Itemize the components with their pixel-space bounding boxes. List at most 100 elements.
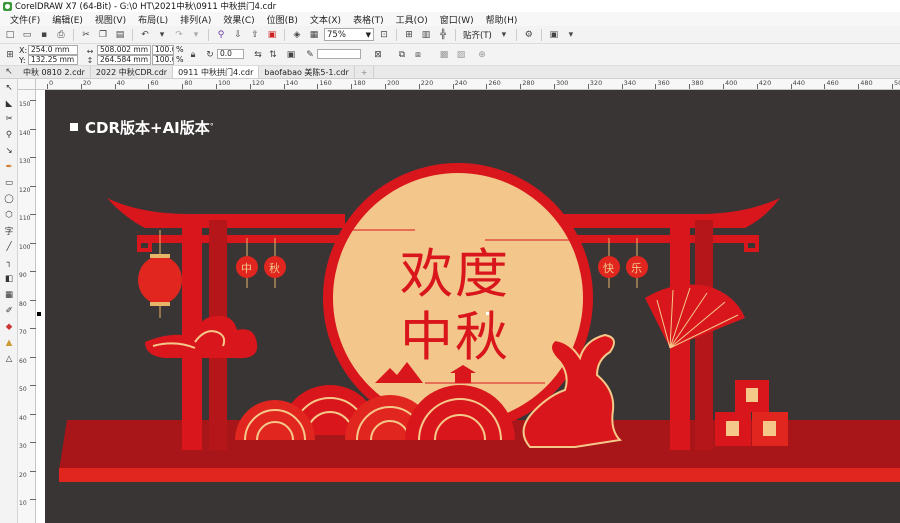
ruler-tick-label: 90: [19, 272, 27, 279]
to-back-icon[interactable]: ⧈: [411, 48, 425, 62]
group-icon[interactable]: ▣: [284, 48, 298, 62]
interactive-fill-icon[interactable]: ◆: [3, 321, 15, 333]
stage-front-edge: [59, 468, 900, 482]
trim-icon[interactable]: ▨: [454, 48, 468, 62]
tab-document-3[interactable]: 0911 中秋拱门4.cdr: [173, 66, 260, 78]
new-document-icon[interactable]: □: [3, 28, 17, 42]
text-tool-icon[interactable]: 字: [3, 225, 15, 237]
drawing-canvas[interactable]: CDR版本+AI版本° 欢度 中秋 中 秋 快 乐: [36, 90, 900, 523]
toolbar-divider: [208, 28, 209, 41]
eyedropper-tool-icon[interactable]: ✐: [3, 305, 15, 317]
outline-width-select[interactable]: [317, 49, 361, 59]
paste-icon[interactable]: ▤: [113, 28, 127, 42]
tab-document-4[interactable]: baofabao 美陈5-1.cdr: [259, 66, 355, 78]
selection-center-handle[interactable]: [486, 312, 489, 315]
redo-dropdown-icon[interactable]: ▾: [189, 28, 203, 42]
export-pdf-icon[interactable]: ▣: [265, 28, 279, 42]
zoom-level-select[interactable]: 75% ▼: [324, 28, 374, 41]
tab-document-2[interactable]: 2022 中秋CDR.cdr: [91, 66, 174, 78]
y-position-field[interactable]: 132.25 mm: [28, 55, 78, 65]
menu-effects[interactable]: 效果(C): [217, 13, 260, 26]
menu-text[interactable]: 文本(X): [304, 13, 347, 26]
outline-tool-icon[interactable]: △: [3, 353, 15, 365]
welcome-screen-icon[interactable]: ▦: [307, 28, 321, 42]
open-folder-icon[interactable]: ▭: [20, 28, 34, 42]
pick-tool-icon[interactable]: ↖: [3, 82, 15, 94]
zoom-tool-icon[interactable]: ⚲: [3, 129, 15, 141]
toolbar-divider: [396, 28, 397, 41]
add-preset-icon[interactable]: ⊕: [475, 48, 489, 62]
menu-view[interactable]: 视图(V): [89, 13, 132, 26]
polygon-tool-icon[interactable]: ⬡: [3, 209, 15, 221]
undo-icon[interactable]: ↶: [138, 28, 152, 42]
rotation-angle-field[interactable]: 0.0: [217, 49, 244, 59]
add-tab-button[interactable]: +: [355, 66, 375, 78]
menu-table[interactable]: 表格(T): [347, 13, 390, 26]
ruler-tick-label: 130: [19, 158, 31, 165]
chevron-down-icon[interactable]: ▾: [564, 28, 578, 42]
import-icon[interactable]: ⇩: [231, 28, 245, 42]
undo-dropdown-icon[interactable]: ▾: [155, 28, 169, 42]
menu-edit[interactable]: 编辑(E): [46, 13, 89, 26]
snap-to-menu[interactable]: 贴齐(T): [461, 29, 494, 41]
show-grid-icon[interactable]: ▥: [419, 28, 433, 42]
print-icon[interactable]: ⎙: [54, 28, 68, 42]
options-gear-icon[interactable]: ⚙: [522, 28, 536, 42]
wrap-text-icon[interactable]: ⊠: [371, 48, 385, 62]
parallel-dimension-icon[interactable]: ╱: [3, 241, 15, 253]
menu-bitmaps[interactable]: 位图(B): [261, 13, 304, 26]
crop-tool-icon[interactable]: ✂: [3, 113, 15, 125]
ruler-tick-label: 200: [387, 79, 400, 87]
scale-y-field[interactable]: 100.0: [152, 55, 174, 65]
document-tab-bar: ↖ 中秋 0810 2.cdr 2022 中秋CDR.cdr 0911 中秋拱门…: [0, 66, 900, 79]
ruler-tick-label: 100: [218, 79, 231, 87]
x-position-field[interactable]: 254.0 mm: [28, 45, 78, 55]
export-icon[interactable]: ⇧: [248, 28, 262, 42]
cut-icon[interactable]: ✂: [79, 28, 93, 42]
ruler-tick-label: 80: [19, 300, 27, 308]
scale-x-field[interactable]: 100.0: [152, 45, 174, 55]
menu-file[interactable]: 文件(F): [4, 13, 46, 26]
outline-pen-icon[interactable]: ✎: [303, 48, 317, 62]
smart-fill-icon[interactable]: ▲: [3, 337, 15, 349]
object-origin-icon[interactable]: ⊞: [3, 48, 17, 62]
ruler-tick-label: 480: [860, 79, 873, 87]
transparency-tool-icon[interactable]: ▦: [3, 289, 15, 301]
ruler-tick-label: 400: [725, 79, 738, 87]
artistic-media-icon[interactable]: ✒: [3, 161, 15, 173]
selection-handle-left[interactable]: [37, 312, 41, 316]
height-field[interactable]: 264.584 mm: [97, 55, 151, 65]
show-rulers-icon[interactable]: ⊞: [402, 28, 416, 42]
vertical-ruler[interactable]: 150 140 130 120 110 100 90 80 70 60 50 40 30 20 10: [18, 90, 36, 523]
application-launcher-icon[interactable]: ◈: [290, 28, 304, 42]
freehand-tool-icon[interactable]: ↘: [3, 145, 15, 157]
full-screen-preview-icon[interactable]: ⊡: [377, 28, 391, 42]
mirror-horizontal-icon[interactable]: ⇆: [251, 48, 265, 62]
to-front-icon[interactable]: ⧉: [395, 48, 409, 62]
weld-icon[interactable]: ▩: [437, 48, 451, 62]
save-icon[interactable]: ▪: [37, 28, 51, 42]
copy-icon[interactable]: ❐: [96, 28, 110, 42]
display-mode-icon[interactable]: ▣: [547, 28, 561, 42]
redo-icon[interactable]: ↷: [172, 28, 186, 42]
ellipse-tool-icon[interactable]: ◯: [3, 193, 15, 205]
chevron-down-icon[interactable]: ▾: [497, 28, 511, 42]
drop-shadow-icon[interactable]: ◧: [3, 273, 15, 285]
menu-tools[interactable]: 工具(O): [390, 13, 434, 26]
tab-document-1[interactable]: 中秋 0810 2.cdr: [18, 66, 91, 78]
lock-ratio-icon[interactable]: 🔒︎: [186, 48, 200, 62]
menu-help[interactable]: 帮助(H): [480, 13, 524, 26]
shape-tool-icon[interactable]: ◣: [3, 98, 15, 110]
width-field[interactable]: 508.002 mm: [97, 45, 151, 55]
menu-layout[interactable]: 布局(L): [132, 13, 174, 26]
menu-arrange[interactable]: 排列(A): [174, 13, 217, 26]
rectangle-tool-icon[interactable]: ▭: [3, 177, 15, 189]
mirror-vertical-icon[interactable]: ⇅: [266, 48, 280, 62]
connector-tool-icon[interactable]: ┐: [3, 257, 15, 269]
search-content-icon[interactable]: ⚲: [214, 28, 228, 42]
toolbar-divider: [455, 28, 456, 41]
horizontal-ruler[interactable]: 0 20 40 60 80 100 120 140 160 180 200 220 240 260 280 3…: [36, 79, 900, 90]
menu-window[interactable]: 窗口(W): [434, 13, 480, 26]
ruler-origin[interactable]: [18, 79, 36, 90]
show-guidelines-icon[interactable]: ╬: [436, 28, 450, 42]
